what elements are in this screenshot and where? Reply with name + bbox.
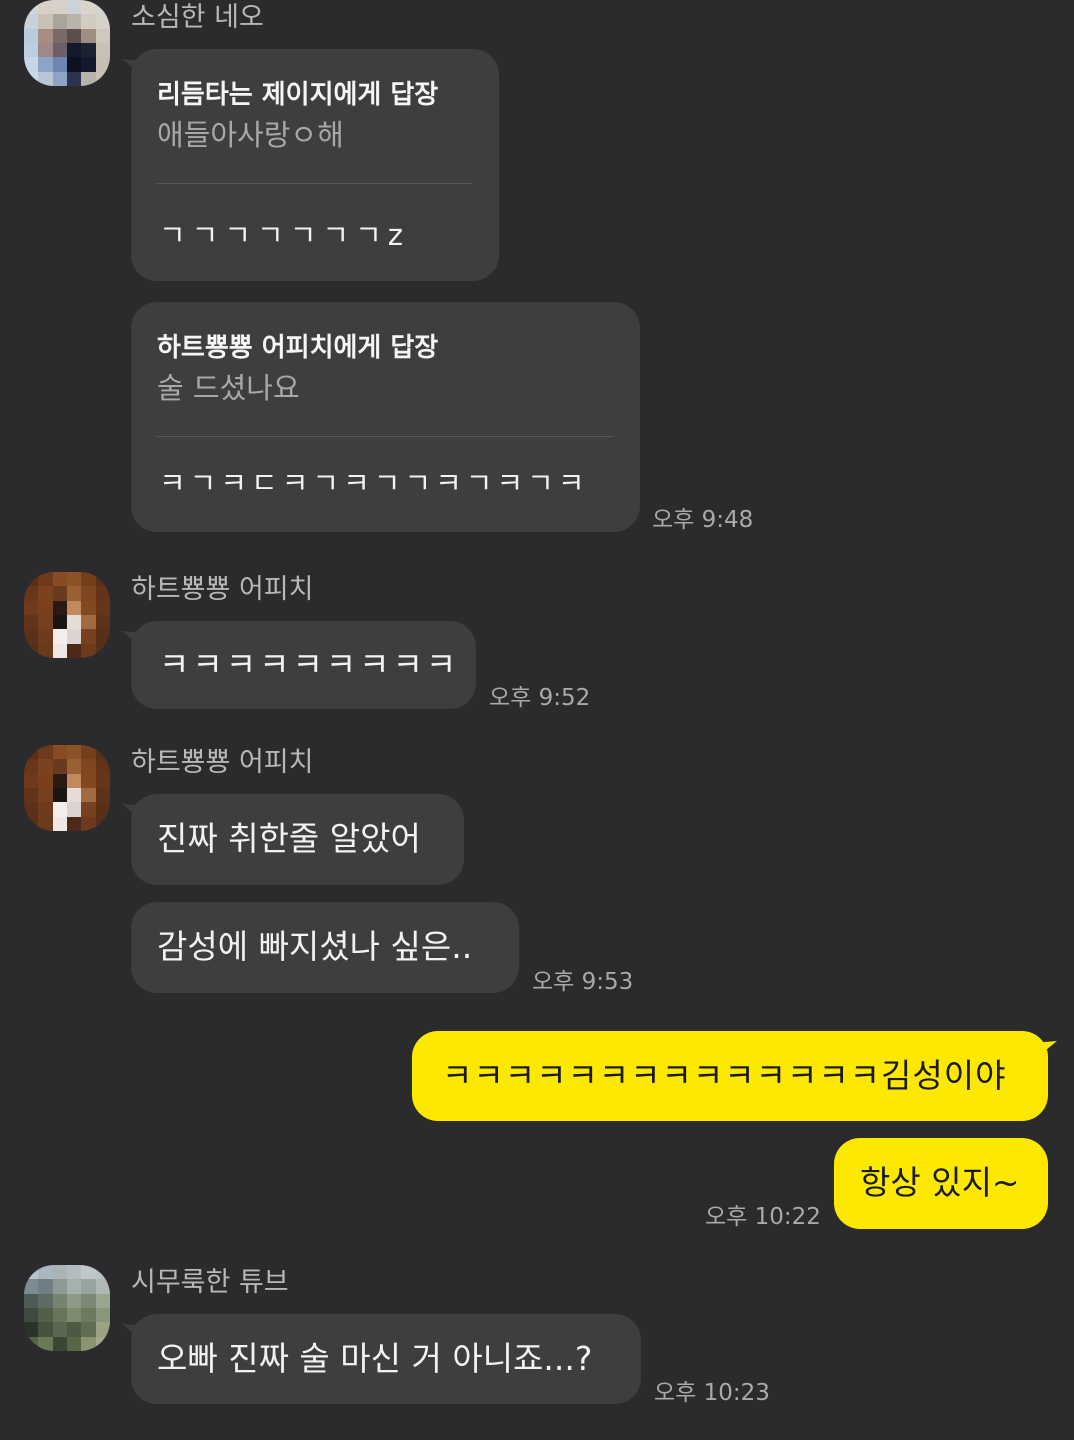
reply-divider: [157, 436, 613, 437]
message-timestamp: 오후 10:23: [654, 1380, 770, 1406]
message-bubble[interactable]: 오빠 진짜 술 마신 거 아니죠...?: [131, 1314, 641, 1404]
avatar-neo[interactable]: [24, 0, 110, 86]
message-text: ㅋㅋㅋㅋㅋㅋㅋㅋㅋㅋㅋㅋㅋㅋ김성이야: [442, 1056, 1007, 1095]
reply-header: 하트뿅뿅 어피치에게 답장: [157, 333, 439, 363]
message-text: 항상 있지~: [860, 1163, 1020, 1202]
reply-quoted-text: 술 드셨나요: [157, 371, 300, 405]
sender-name: 시무룩한 튜브: [131, 1267, 289, 1298]
avatar-tube[interactable]: [24, 1265, 110, 1351]
message-timestamp: 오후 10:22: [705, 1204, 821, 1230]
message-timestamp: 오후 9:48: [652, 507, 754, 533]
sender-name: 하트뿅뿅 어피치: [131, 574, 314, 605]
avatar-apeach[interactable]: [24, 745, 110, 831]
message-text: 진짜 취한줄 알았어: [157, 819, 421, 858]
message-text: ㅋㄱㅋㄷㅋㄱㅋㄱㄱㅋㄱㅋㄱㅋ: [159, 466, 589, 500]
message-bubble[interactable]: ㅋㅋㅋㅋㅋㅋㅋㅋㅋ: [131, 621, 476, 709]
avatar-apeach[interactable]: [24, 572, 110, 658]
message-bubble[interactable]: 감성에 빠지셨나 싶은..: [131, 902, 519, 993]
my-message-bubble[interactable]: ㅋㅋㅋㅋㅋㅋㅋㅋㅋㅋㅋㅋㅋㅋ김성이야: [412, 1031, 1048, 1121]
message-text: 감성에 빠지셨나 싶은..: [157, 927, 473, 966]
sender-name: 소심한 네오: [131, 2, 264, 33]
reply-message-bubble[interactable]: 리듬타는 제이지에게 답장 애들아사랑ㅇ해 ㄱㄱㄱㄱㄱㄱㄱz: [131, 49, 499, 281]
reply-header: 리듬타는 제이지에게 답장: [157, 80, 439, 110]
message-timestamp: 오후 9:52: [489, 685, 591, 711]
sender-name: 하트뿅뿅 어피치: [131, 747, 314, 778]
my-message-bubble[interactable]: 항상 있지~: [834, 1138, 1048, 1229]
message-text: ㄱㄱㄱㄱㄱㄱㄱz: [159, 218, 409, 252]
message-timestamp: 오후 9:53: [532, 969, 634, 995]
message-text: ㅋㅋㅋㅋㅋㅋㅋㅋㅋ: [159, 645, 460, 684]
reply-quoted-text: 애들아사랑ㅇ해: [157, 118, 344, 152]
message-text: 오빠 진짜 술 마신 거 아니죠...?: [157, 1339, 593, 1378]
reply-divider: [157, 183, 472, 184]
reply-message-bubble[interactable]: 하트뿅뿅 어피치에게 답장 술 드셨나요 ㅋㄱㅋㄷㅋㄱㅋㄱㄱㅋㄱㅋㄱㅋ: [131, 302, 640, 532]
message-bubble[interactable]: 진짜 취한줄 알았어: [131, 794, 464, 885]
